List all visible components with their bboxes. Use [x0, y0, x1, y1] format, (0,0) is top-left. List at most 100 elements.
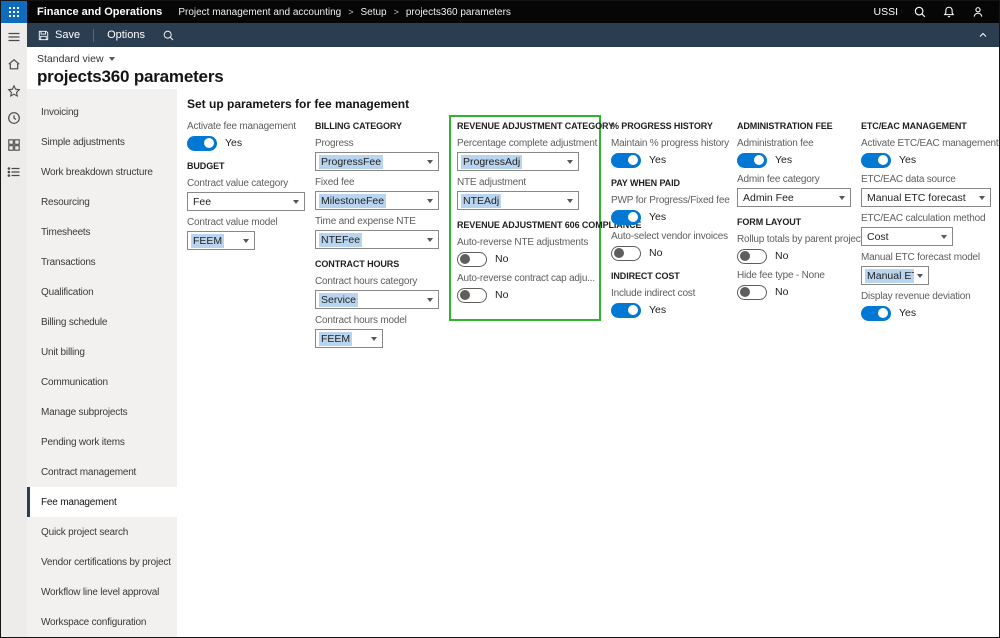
contract-hours-model-combobox[interactable]: FEEM: [315, 329, 383, 348]
contract-value-category-combobox[interactable]: Fee: [187, 192, 305, 211]
etc-eac-calculation-method-combobox[interactable]: Cost: [861, 227, 953, 246]
breadcrumb-item-project-management-and-accounting[interactable]: Project management and accounting: [178, 7, 341, 18]
recent-clock-icon[interactable]: [5, 109, 23, 127]
toggle-switch[interactable]: [861, 152, 891, 168]
manual-etc-forecast-model-combobox[interactable]: Manual ETC: [861, 266, 929, 285]
options-button[interactable]: Options: [103, 23, 149, 47]
collapse-action-pane-icon[interactable]: [977, 29, 989, 41]
company-picker[interactable]: USSI: [873, 6, 898, 18]
person-icon[interactable]: [971, 5, 985, 19]
sidebar-item-simple-adjustments[interactable]: Simple adjustments: [27, 127, 177, 157]
toggle-switch[interactable]: [737, 284, 767, 300]
combobox-value: Service: [319, 292, 359, 307]
toggle-switch[interactable]: [611, 245, 641, 261]
sidebar-item-contract-management[interactable]: Contract management: [27, 457, 177, 487]
chevron-down-icon[interactable]: [293, 199, 299, 204]
view-selector[interactable]: Standard view: [37, 53, 115, 65]
toggle-switch[interactable]: [737, 152, 767, 168]
toggle-switch[interactable]: [611, 152, 641, 168]
sidebar-item-resourcing[interactable]: Resourcing: [27, 187, 177, 217]
toggle-value: Yes: [899, 154, 917, 166]
section-header-administration-fee: ADMINISTRATION FEE: [737, 121, 833, 131]
chevron-down-icon[interactable]: [427, 237, 433, 242]
field-admin-fee-category: Admin fee category Admin Fee: [737, 174, 851, 207]
chevron-down-icon[interactable]: [427, 297, 433, 302]
view-selector-label: Standard view: [37, 53, 104, 65]
progress-combobox[interactable]: ProgressFee: [315, 152, 439, 171]
save-button[interactable]: Save: [33, 23, 84, 47]
sidebar-item-invoicing[interactable]: Invoicing: [27, 97, 177, 127]
chevron-down-icon[interactable]: [917, 273, 923, 278]
etc-eac-data-source-combobox[interactable]: Manual ETC forecast: [861, 188, 991, 207]
toggle-switch[interactable]: [861, 305, 891, 321]
chevron-down-icon[interactable]: [243, 238, 249, 243]
nte-adjustment-combobox[interactable]: NTEAdj: [457, 191, 579, 210]
search-icon[interactable]: [913, 5, 927, 19]
form-column: BILLING CATEGORY Progress ProgressFee Fixed…: [315, 121, 439, 354]
sidebar-item-transactions[interactable]: Transactions: [27, 247, 177, 277]
activate-fee-management-toggle[interactable]: Yes: [187, 135, 305, 151]
combobox-value: Manual ETC forecast: [867, 191, 966, 204]
workspaces-grid-icon[interactable]: [5, 136, 23, 154]
auto-reverse-nte-adjustments-toggle[interactable]: No: [457, 251, 591, 267]
toggle-switch[interactable]: [187, 135, 217, 151]
contract-hours-category-combobox[interactable]: Service: [315, 290, 439, 309]
chevron-down-icon[interactable]: [427, 198, 433, 203]
field-activate-fee-management: Activate fee management Yes: [187, 121, 305, 151]
chevron-down-icon[interactable]: [371, 336, 377, 341]
sidebar-item-billing-schedule[interactable]: Billing schedule: [27, 307, 177, 337]
sidebar-item-fee-management[interactable]: Fee management: [27, 487, 177, 517]
hamburger-menu-icon[interactable]: [5, 28, 23, 46]
maintain-progress-history-toggle[interactable]: Yes: [611, 152, 727, 168]
administration-fee-toggle[interactable]: Yes: [737, 152, 851, 168]
include-indirect-cost-toggle[interactable]: Yes: [611, 302, 727, 318]
auto-select-vendor-invoices-toggle[interactable]: No: [611, 245, 727, 261]
sidebar-item-qualification[interactable]: Qualification: [27, 277, 177, 307]
chevron-down-icon[interactable]: [427, 159, 433, 164]
time-and-expense-nte-combobox[interactable]: NTEFee: [315, 230, 439, 249]
admin-fee-category-combobox[interactable]: Admin Fee: [737, 188, 851, 207]
sidebar-item-unit-billing[interactable]: Unit billing: [27, 337, 177, 367]
display-revenue-deviation-toggle[interactable]: Yes: [861, 305, 991, 321]
pwp-for-progress-fixed-fee-toggle[interactable]: Yes: [611, 209, 727, 225]
home-icon[interactable]: [5, 55, 23, 73]
hide-fee-type-none-toggle[interactable]: No: [737, 284, 851, 300]
fixed-fee-combobox[interactable]: MilestoneFee: [315, 191, 439, 210]
form-column: Activate fee management Yes BUDGET Contract…: [187, 121, 305, 256]
percentage-complete-adjustment-combobox[interactable]: ProgressAdj: [457, 152, 579, 171]
chevron-down-icon[interactable]: [979, 195, 985, 200]
toggle-switch[interactable]: [611, 302, 641, 318]
page-area: Save Options Standard view projects360 p…: [27, 23, 999, 637]
chevron-down-icon[interactable]: [941, 234, 947, 239]
toggle-switch[interactable]: [457, 287, 487, 303]
chevron-down-icon[interactable]: [567, 198, 573, 203]
rollup-totals-by-parent-project-toggle[interactable]: No: [737, 248, 851, 264]
activate-etc-eac-management-toggle[interactable]: Yes: [861, 152, 991, 168]
waffle-menu-icon[interactable]: [1, 1, 27, 23]
breadcrumb-item-projects360-parameters[interactable]: projects360 parameters: [406, 7, 511, 18]
contract-value-model-combobox[interactable]: FEEM: [187, 231, 255, 250]
field-label: Admin fee category: [737, 174, 820, 185]
sidebar-item-workspace-configuration[interactable]: Workspace configuration: [27, 607, 177, 637]
action-bar-search-icon[interactable]: [158, 23, 179, 47]
sidebar-item-pending-work-items[interactable]: Pending work items: [27, 427, 177, 457]
chevron-down-icon[interactable]: [839, 195, 845, 200]
sidebar-item-communication[interactable]: Communication: [27, 367, 177, 397]
sidebar-item-quick-project-search[interactable]: Quick project search: [27, 517, 177, 547]
sidebar-item-vendor-certifications-by-project[interactable]: Vendor certifications by project: [27, 547, 177, 577]
modules-list-icon[interactable]: [5, 163, 23, 181]
field-progress: Progress ProgressFee: [315, 138, 439, 171]
toggle-switch[interactable]: [457, 251, 487, 267]
toggle-switch[interactable]: [611, 209, 641, 225]
sidebar-item-timesheets[interactable]: Timesheets: [27, 217, 177, 247]
sidebar-item-work-breakdown-structure[interactable]: Work breakdown structure: [27, 157, 177, 187]
app-title[interactable]: Finance and Operations: [27, 6, 178, 18]
sidebar-item-workflow-line-level-approval[interactable]: Workflow line level approval: [27, 577, 177, 607]
sidebar-item-manage-subprojects[interactable]: Manage subprojects: [27, 397, 177, 427]
toggle-switch[interactable]: [737, 248, 767, 264]
bell-icon[interactable]: [942, 5, 956, 19]
chevron-down-icon[interactable]: [567, 159, 573, 164]
favorites-star-icon[interactable]: [5, 82, 23, 100]
breadcrumb-item-setup[interactable]: Setup: [360, 7, 386, 18]
auto-reverse-contract-cap-adju-toggle[interactable]: No: [457, 287, 591, 303]
